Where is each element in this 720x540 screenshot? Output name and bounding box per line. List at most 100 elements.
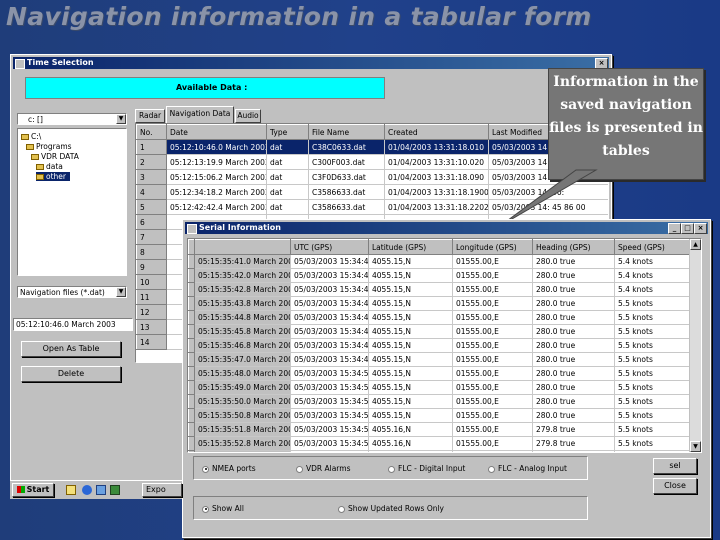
serial-information-titlebar[interactable]: Serial Information _ □ ×	[185, 222, 708, 234]
time-field[interactable]: 05:12:10:46.0 March 2003	[13, 318, 133, 331]
close-button[interactable]: Close	[653, 478, 697, 494]
drive-value: c: []	[28, 115, 43, 124]
table-cell: 01555.00,E	[452, 436, 533, 451]
column-header[interactable]: Speed (GPS)	[614, 239, 693, 255]
table-row[interactable]: 05:15:35:45.8 March 2003 05/03/2003 15:34…	[188, 324, 693, 339]
tab-radar[interactable]: Radar	[135, 109, 165, 123]
table-row[interactable]: 2 05:12:13:19.9 March 2003 dat C300F003.dat…	[136, 154, 608, 170]
folder-item[interactable]: C:\	[21, 132, 41, 141]
serial-information-window: Serial Information _ □ × UTC (GPS) Latit…	[182, 219, 711, 538]
serial-table-header: UTC (GPS) Latitude (GPS) Longitude (GPS)…	[188, 239, 693, 255]
scroll-up-icon[interactable]: ▲	[690, 239, 701, 250]
table-cell: dat	[266, 169, 309, 185]
column-header[interactable]: Type	[266, 124, 309, 140]
table-cell: 5.4 knots	[614, 282, 693, 297]
radio-show-updated[interactable]: Show Updated Rows Only	[338, 504, 444, 513]
table-cell: dat	[266, 184, 309, 200]
table-row[interactable]: 05:15:35:52.8 March 2003 05/03/2003 15:34…	[188, 436, 693, 451]
table-cell: 4055.15,N	[368, 268, 453, 283]
row-header-cell: 05:15:35:42.8 March 2003	[194, 282, 291, 297]
folder-icon	[26, 144, 34, 150]
column-header[interactable]: Latitude (GPS)	[368, 239, 453, 255]
table-cell: dat	[266, 199, 309, 215]
select-button[interactable]: sel	[653, 458, 697, 474]
table-cell: 05/03/2003 15:34:47	[290, 324, 369, 339]
column-header[interactable]	[194, 239, 291, 255]
column-header[interactable]: File Name	[308, 124, 385, 140]
desktop-icon[interactable]	[110, 485, 120, 495]
radio-flc-digital[interactable]: FLC - Digital Input	[388, 464, 465, 473]
table-row[interactable]: 05:15:35:51.8 March 2003 05/03/2003 15:34…	[188, 422, 693, 437]
folder-tree[interactable]: C:\ Programs VDR DATA data other	[17, 128, 127, 276]
app-icon	[187, 224, 197, 234]
radio-vdr-alarms[interactable]: VDR Alarms	[296, 464, 350, 473]
browser-icon[interactable]	[82, 485, 92, 495]
quicklaunch-icon[interactable]	[66, 485, 76, 495]
table-cell: 280.0 true	[532, 310, 615, 325]
row-header-cell: 05:15:35:45.8 March 2003	[194, 324, 291, 339]
table-cell: 05/03/2003 15:34:51	[290, 380, 369, 395]
taskbar-explorer-item[interactable]: Expo	[142, 483, 182, 497]
table-cell: 01555.00,E	[452, 254, 533, 269]
file-type-select[interactable]: Navigation files (*.dat) ▼	[17, 286, 127, 298]
column-header[interactable]: Longitude (GPS)	[452, 239, 533, 255]
folder-item-selected[interactable]: other	[36, 172, 70, 181]
row-number: 10	[136, 274, 167, 290]
table-cell: 05:12:10:46.0 March 2003	[166, 139, 267, 155]
table-row[interactable]: 05:15:35:50.0 March 2003 05/03/2003 15:34…	[188, 394, 693, 409]
vertical-scrollbar[interactable]: ▲ ▼	[689, 239, 701, 452]
scroll-down-icon[interactable]: ▼	[690, 441, 701, 452]
maximize-icon[interactable]: □	[681, 223, 694, 234]
column-header[interactable]: No.	[136, 124, 167, 140]
radio-show-all[interactable]: Show All	[202, 504, 244, 513]
table-row[interactable]: 05:15:35:47.0 March 2003 05/03/2003 15:34…	[188, 352, 693, 367]
table-cell: 5.5 knots	[614, 380, 693, 395]
start-button[interactable]: Start	[12, 483, 54, 497]
column-header[interactable]: UTC (GPS)	[290, 239, 369, 255]
table-row[interactable]: 05:15:35:41.0 March 2003 05/03/2003 15:34…	[188, 254, 693, 269]
radio-nmea-ports[interactable]: NMEA ports	[202, 464, 256, 473]
delete-button[interactable]: Delete	[21, 366, 121, 382]
folder-item[interactable]: data	[36, 162, 63, 171]
chevron-down-icon[interactable]: ▼	[116, 114, 126, 124]
table-row[interactable]: 05:15:35:46.8 March 2003 05/03/2003 15:34…	[188, 338, 693, 353]
mail-icon[interactable]	[96, 485, 106, 495]
table-cell: 01555.00,E	[452, 394, 533, 409]
slide-title: Navigation information in a tabular form	[6, 2, 592, 31]
column-header[interactable]: Date	[166, 124, 267, 140]
column-header[interactable]: Created	[384, 124, 489, 140]
row-number: 4	[136, 184, 167, 200]
column-header[interactable]: Heading (GPS)	[532, 239, 615, 255]
table-row[interactable]: 05:15:35:42.8 March 2003 05/03/2003 15:34…	[188, 282, 693, 297]
table-row[interactable]: 05:15:35:48.0 March 2003 05/03/2003 15:34…	[188, 366, 693, 381]
row-number: 6	[136, 214, 167, 230]
folder-item[interactable]: Programs	[26, 142, 72, 151]
row-number: 3	[136, 169, 167, 185]
table-row[interactable]: 05:15:35:53.8 March 200305/03/2003 15:34…	[188, 450, 693, 452]
minimize-icon[interactable]: _	[668, 223, 681, 234]
tab-audio[interactable]: Audio	[235, 109, 261, 123]
drive-select[interactable]: c: [] ▼	[17, 113, 127, 125]
radio-selected-icon	[202, 505, 209, 513]
files-table-header: No. Date Type File Name Created Last Mod…	[136, 124, 608, 140]
open-as-table-button[interactable]: Open As Table	[21, 341, 121, 357]
table-row[interactable]: 1 05:12:10:46.0 March 2003 dat C38C0633.dat…	[136, 139, 608, 155]
table-cell: 05/03/2003 15:34:51	[290, 394, 369, 409]
table-cell: 01/04/2003 13:31:10.020	[384, 154, 489, 170]
folder-item[interactable]: VDR DATA	[31, 152, 79, 161]
tab-navigation-data[interactable]: Navigation Data	[166, 106, 234, 123]
table-row[interactable]: 05:15:35:49.0 March 2003 05/03/2003 15:34…	[188, 380, 693, 395]
table-row[interactable]: 05:15:35:44.8 March 2003 05/03/2003 15:34…	[188, 310, 693, 325]
close-icon[interactable]: ×	[694, 223, 707, 234]
table-row[interactable]: 05:15:35:50.8 March 2003 05/03/2003 15:34…	[188, 408, 693, 423]
radio-flc-analog[interactable]: FLC - Analog Input	[488, 464, 567, 473]
table-cell: 4055.16,N	[368, 422, 453, 437]
row-header-cell: 05:15:35:44.8 March 2003	[194, 310, 291, 325]
table-cell: 280.0 true	[532, 394, 615, 409]
file-type-value: Navigation files (*.dat)	[20, 288, 105, 297]
table-row[interactable]: 05:15:35:43.8 March 2003 05/03/2003 15:34…	[188, 296, 693, 311]
table-cell: 01555.00,E	[452, 422, 533, 437]
time-selection-titlebar[interactable]: Time Selection ×	[13, 57, 609, 69]
table-row[interactable]: 05:15:35:42.0 March 2003 05/03/2003 15:34…	[188, 268, 693, 283]
chevron-down-icon[interactable]: ▼	[116, 287, 126, 297]
